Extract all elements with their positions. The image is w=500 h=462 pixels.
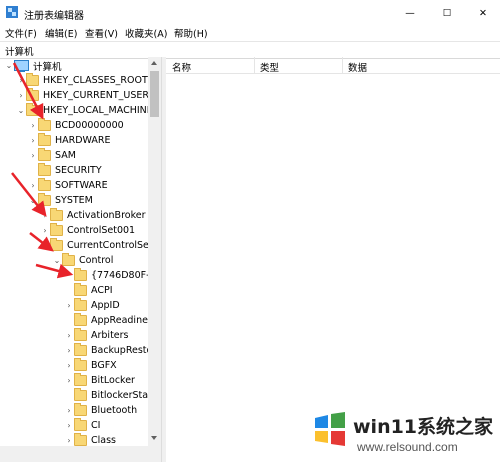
title-bar: 注册表编辑器 — ☐ ✕ [0, 0, 500, 26]
tree-item-label: AppID [91, 300, 120, 311]
tree-item-label: Bluetooth [91, 405, 138, 416]
tree-item-bitlocker[interactable]: › BitLocker [64, 373, 135, 388]
regedit-app-icon [6, 6, 18, 18]
annotation-arrows [11, 62, 74, 279]
watermark-url: www.relsound.com [357, 440, 458, 454]
column-type[interactable]: 类型 [260, 60, 279, 74]
scroll-thumb[interactable] [150, 71, 159, 117]
tree-item-bluetooth[interactable]: › Bluetooth [64, 403, 137, 418]
window-title: 注册表编辑器 [24, 11, 84, 22]
watermark-title: win11系统之家 [353, 416, 494, 438]
list-header: 名称 类型 数据 [166, 57, 500, 74]
expand-icon[interactable]: › [64, 373, 74, 388]
tree-item-label: Class [91, 435, 116, 446]
column-name[interactable]: 名称 [172, 60, 191, 74]
expander-placeholder [64, 388, 74, 403]
tree-item-label: BackupResto [91, 345, 153, 356]
tree-item-label: AppReadines [91, 315, 153, 326]
folder-icon [74, 298, 87, 311]
expand-icon[interactable]: › [64, 418, 74, 433]
close-button[interactable]: ✕ [466, 0, 500, 26]
scroll-up-icon[interactable] [151, 61, 157, 65]
menu-view[interactable]: 查看(V) [85, 26, 118, 40]
tree-item-ci[interactable]: › CI [64, 418, 100, 433]
tree-item-appreadiness[interactable]: AppReadines [64, 313, 153, 328]
tree-item-acpi[interactable]: ACPI [64, 283, 113, 298]
column-divider[interactable] [254, 57, 255, 73]
expand-icon[interactable]: › [64, 358, 74, 373]
values-list[interactable]: 名称 类型 数据 [166, 57, 500, 462]
arrow-to-system [11, 172, 47, 217]
close-icon: ✕ [479, 7, 487, 19]
column-data[interactable]: 数据 [348, 60, 367, 74]
minimize-icon: — [405, 7, 415, 19]
arrow-to-currentcontrolset [29, 232, 54, 252]
tree-item-appid[interactable]: › AppID [64, 298, 120, 313]
folder-icon [74, 358, 87, 371]
minimize-button[interactable]: — [393, 0, 427, 26]
site-watermark: win11系统之家 www.relsound.com [305, 408, 500, 462]
menu-help[interactable]: 帮助(H) [174, 26, 208, 40]
menu-edit[interactable]: 编辑(E) [45, 26, 77, 40]
tree-item-arbiters[interactable]: › Arbiters [64, 328, 129, 343]
tree-horizontal-scrollbar[interactable] [0, 446, 161, 462]
tree-item-bgfx[interactable]: › BGFX [64, 358, 117, 373]
folder-icon [74, 403, 87, 416]
tree-vertical-scrollbar[interactable] [148, 57, 161, 462]
tree-item-label: BGFX [91, 360, 117, 371]
scroll-down-icon[interactable] [151, 436, 157, 440]
expand-icon[interactable]: › [64, 403, 74, 418]
expand-icon[interactable]: › [64, 328, 74, 343]
folder-icon [74, 373, 87, 386]
tree-item-backuprestore[interactable]: › BackupResto [64, 343, 152, 358]
win11-logo-icon [315, 412, 345, 446]
folder-icon [74, 343, 87, 356]
maximize-icon: ☐ [442, 7, 452, 19]
arrow-to-control [35, 263, 74, 279]
tree-item-label: ACPI [91, 285, 113, 296]
folder-icon [74, 313, 87, 326]
tree-item-label: CI [91, 420, 101, 431]
tree-item-bitlockerstatus[interactable]: BitlockerStatu [64, 388, 158, 403]
menu-bar: 文件(F) 编辑(E) 查看(V) 收藏夹(A) 帮助(H) [0, 26, 500, 40]
expander-placeholder [64, 313, 74, 328]
expand-icon[interactable]: › [64, 298, 74, 313]
folder-icon [74, 433, 87, 446]
tree-item-label: Arbiters [91, 330, 129, 341]
tree-item-label: BitLocker [91, 375, 135, 386]
menu-favorites[interactable]: 收藏夹(A) [125, 26, 167, 40]
column-divider[interactable] [342, 57, 343, 73]
arrow-to-hklm [12, 62, 44, 120]
maximize-button[interactable]: ☐ [430, 0, 464, 26]
folder-icon [74, 418, 87, 431]
folder-icon [74, 328, 87, 341]
expand-icon[interactable]: › [64, 343, 74, 358]
folder-icon [74, 388, 87, 401]
expander-placeholder [64, 283, 74, 298]
folder-icon [74, 283, 87, 296]
menu-file[interactable]: 文件(F) [5, 26, 37, 40]
